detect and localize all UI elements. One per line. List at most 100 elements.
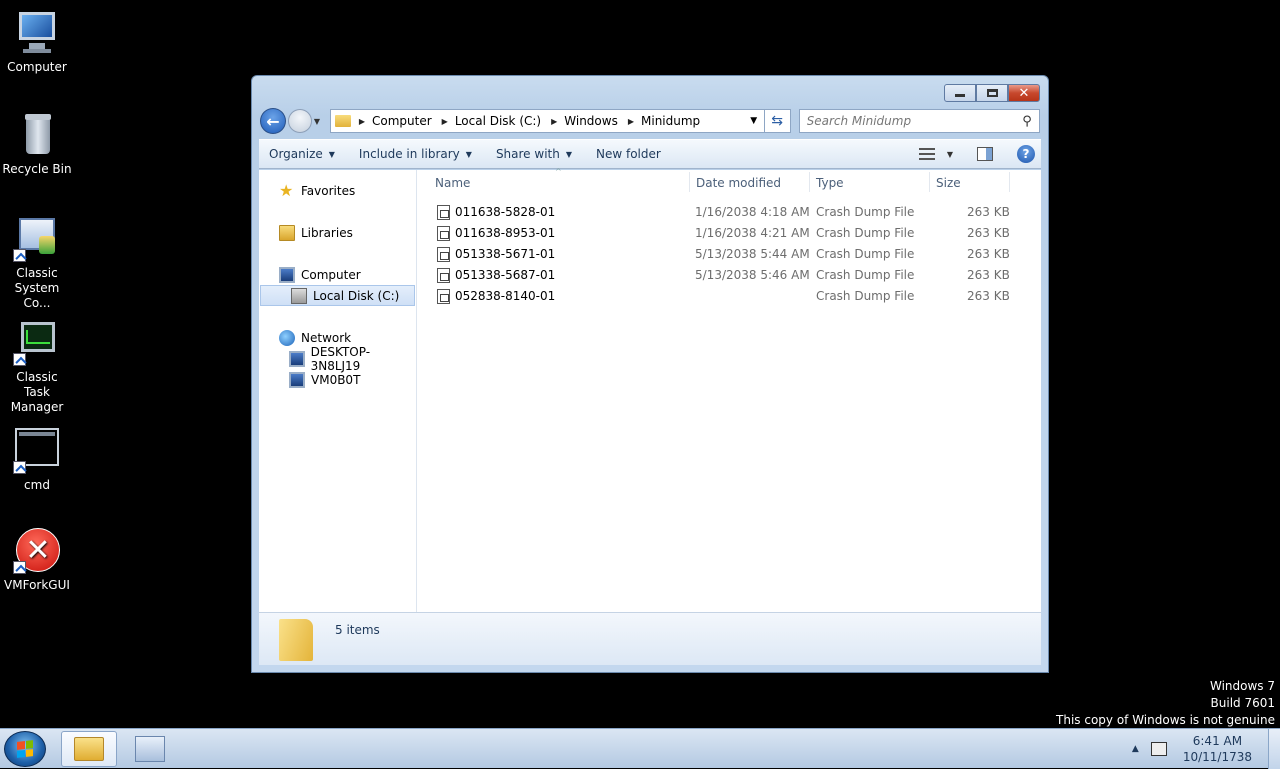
organize-button[interactable]: Organize ▼ xyxy=(269,147,335,161)
clock-time: 6:41 AM xyxy=(1192,734,1243,748)
desktop-icon-vmforkgui[interactable]: ✕ VMForkGUI xyxy=(2,528,72,593)
change-view-icon[interactable] xyxy=(918,148,935,160)
taskbar: ▲ 6:41 AM 10/11/1738 xyxy=(0,728,1280,769)
file-size: 263 KB xyxy=(967,289,1010,303)
refresh-button[interactable]: ⇆ xyxy=(764,109,791,133)
breadcrumb-separator-icon[interactable]: ▶ xyxy=(442,117,448,126)
taskbar-explorer-button[interactable] xyxy=(61,731,117,767)
desktop-icon-computer[interactable]: Computer xyxy=(2,10,72,75)
nav-item-libraries[interactable]: Libraries xyxy=(259,222,416,243)
organize-label: Organize xyxy=(269,147,323,161)
breadcrumb-local-disk[interactable]: Local Disk (C:) xyxy=(455,114,541,128)
breadcrumb: ▶ Computer ▶ Local Disk (C:) ▶ Windows ▶… xyxy=(357,114,708,128)
file-type: Crash Dump File xyxy=(816,289,915,303)
new-folder-button[interactable]: New folder xyxy=(596,147,661,161)
nav-label: Network xyxy=(301,330,352,345)
nav-item-computer[interactable]: Computer xyxy=(259,264,416,285)
file-date: 1/16/2038 4:18 AM xyxy=(695,205,810,219)
nav-label: VM0B0T xyxy=(311,372,361,387)
desktop-icon-classic-task-manager[interactable]: Classic Task Manager xyxy=(2,320,72,415)
file-date: 1/16/2038 4:21 AM xyxy=(695,226,810,240)
file-type: Crash Dump File xyxy=(816,205,915,219)
file-type: Crash Dump File xyxy=(816,247,915,261)
desktop-icon-label: Classic System Co... xyxy=(14,266,60,310)
refresh-icon: ⇆ xyxy=(771,113,784,129)
nav-label: Libraries xyxy=(301,225,353,240)
desktop-icon-recycle-bin[interactable]: Recycle Bin xyxy=(2,112,72,177)
table-row[interactable]: 052838-8140-01 Crash Dump File 263 KB xyxy=(417,286,1041,307)
nav-item-desktop-pc[interactable]: DESKTOP-3N8LJ19 xyxy=(259,345,416,373)
navigation-pane: ★ Favorites Libraries Computer Local Dis… xyxy=(259,170,417,612)
file-date: 5/13/2038 5:46 AM xyxy=(695,268,810,282)
nav-item-local-disk[interactable]: Local Disk (C:) xyxy=(260,285,415,306)
windows-logo-icon xyxy=(17,740,33,758)
file-size: 263 KB xyxy=(967,205,1010,219)
maximize-button[interactable] xyxy=(976,84,1008,102)
table-row[interactable]: 011638-8953-01 1/16/2038 4:21 AM Crash D… xyxy=(417,223,1041,244)
computer-icon xyxy=(289,350,305,367)
address-bar[interactable]: ▶ Computer ▶ Local Disk (C:) ▶ Windows ▶… xyxy=(329,109,765,133)
column-header-type[interactable]: Type xyxy=(816,176,844,190)
nav-label: Computer xyxy=(301,267,361,282)
show-desktop-button[interactable] xyxy=(1268,729,1280,769)
desktop-icon-label: Computer xyxy=(7,60,67,74)
column-header-name[interactable]: Name xyxy=(435,176,470,190)
folder-icon xyxy=(279,619,313,661)
table-row[interactable]: 051338-5671-01 5/13/2038 5:44 AM Crash D… xyxy=(417,244,1041,265)
close-button[interactable]: ✕ xyxy=(1008,84,1040,102)
table-row[interactable]: 051338-5687-01 5/13/2038 5:46 AM Crash D… xyxy=(417,265,1041,286)
explorer-content: ★ Favorites Libraries Computer Local Dis… xyxy=(259,167,1041,612)
address-dropdown-icon[interactable]: ▼ xyxy=(744,116,764,126)
hard-disk-icon xyxy=(291,287,307,304)
table-row[interactable]: 011638-5828-01 1/16/2038 4:18 AM Crash D… xyxy=(417,202,1041,223)
start-button[interactable] xyxy=(4,731,46,767)
window-controls: ✕ xyxy=(944,84,1040,102)
column-header-size[interactable]: Size xyxy=(936,176,961,190)
computer-icon xyxy=(289,371,305,388)
back-arrow-icon: ← xyxy=(266,111,280,131)
search-input[interactable] xyxy=(806,114,1015,128)
breadcrumb-separator-icon[interactable]: ▶ xyxy=(359,117,365,126)
desktop-icon-classic-system-control[interactable]: Classic System Co... xyxy=(2,216,72,311)
taskbar-system-control-button[interactable] xyxy=(122,731,178,767)
breadcrumb-separator-icon[interactable]: ▶ xyxy=(628,117,634,126)
help-icon[interactable]: ? xyxy=(1017,145,1035,163)
minimize-button[interactable] xyxy=(944,84,976,102)
shortcut-arrow-icon xyxy=(13,353,26,366)
include-label: Include in library xyxy=(358,147,460,161)
column-header-date[interactable]: Date modified xyxy=(696,176,781,190)
command-bar: Organize ▼ Include in library ▼ Share with… xyxy=(259,139,1041,169)
computer-icon xyxy=(279,266,295,283)
preview-pane-icon[interactable] xyxy=(977,147,993,161)
column-headers: Name ^ Date modified Type Size xyxy=(417,167,1041,194)
back-button[interactable]: ← xyxy=(260,108,286,134)
chevron-down-icon: ▼ xyxy=(565,149,572,159)
nav-label: Favorites xyxy=(301,183,356,198)
nav-item-favorites[interactable]: ★ Favorites xyxy=(259,180,416,201)
include-in-library-button[interactable]: Include in library ▼ xyxy=(359,147,472,161)
desktop-icon-label: Recycle Bin xyxy=(2,162,72,176)
breadcrumb-separator-icon[interactable]: ▶ xyxy=(551,117,557,126)
network-status-icon[interactable] xyxy=(1150,742,1167,756)
clock[interactable]: 6:41 AM 10/11/1738 xyxy=(1183,733,1252,765)
recent-pages-dropdown[interactable]: ▼ xyxy=(314,117,326,126)
nav-item-vm[interactable]: VM0B0T xyxy=(259,369,416,390)
clock-date: 10/11/1738 xyxy=(1182,750,1252,764)
share-with-button[interactable]: Share with ▼ xyxy=(496,147,572,161)
watermark-line: This copy of Windows is not genuine xyxy=(1056,713,1275,727)
breadcrumb-windows[interactable]: Windows xyxy=(564,114,618,128)
forward-button[interactable] xyxy=(287,109,312,133)
breadcrumb-minidump[interactable]: Minidump xyxy=(641,114,700,128)
shortcut-arrow-icon xyxy=(13,561,26,574)
view-options-dropdown-icon[interactable]: ▼ xyxy=(947,150,953,159)
search-box[interactable]: ⚲ xyxy=(798,109,1040,133)
cmd-icon xyxy=(13,428,61,474)
breadcrumb-computer[interactable]: Computer xyxy=(372,114,432,128)
search-icon[interactable]: ⚲ xyxy=(1015,114,1039,129)
file-name: 052838-8140-01 xyxy=(455,289,556,303)
file-type: Crash Dump File xyxy=(816,268,915,282)
show-hidden-icons-icon[interactable]: ▲ xyxy=(1132,744,1139,754)
desktop-icon-cmd[interactable]: cmd xyxy=(2,428,72,493)
task-manager-icon xyxy=(13,320,61,366)
nav-label: Local Disk (C:) xyxy=(313,288,400,303)
